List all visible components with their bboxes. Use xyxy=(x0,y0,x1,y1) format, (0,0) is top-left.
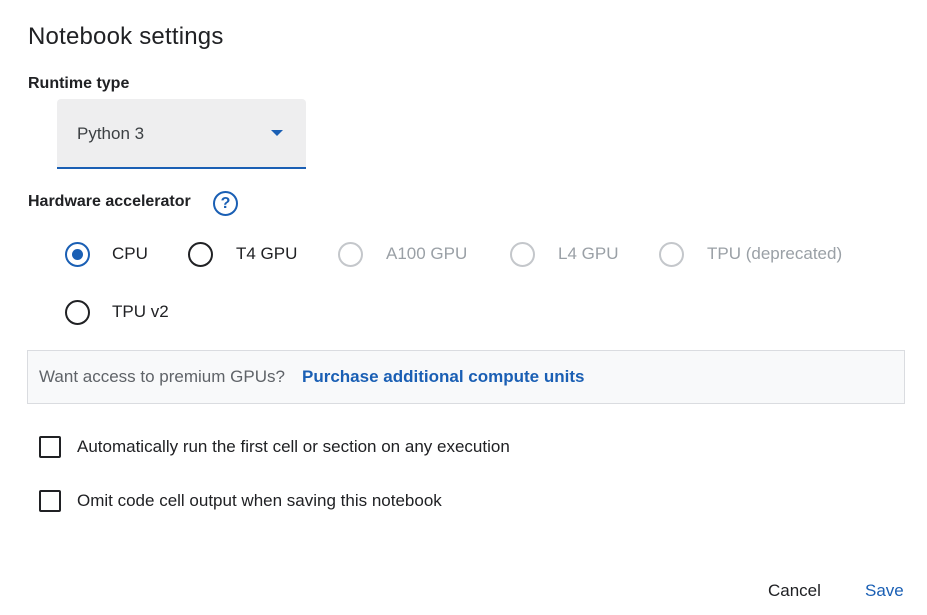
runtime-type-value: Python 3 xyxy=(77,124,145,143)
save-button[interactable]: Save xyxy=(865,581,904,601)
premium-gpu-text: Want access to premium GPUs? xyxy=(39,367,285,386)
radio-label-tpu-v2: TPU v2 xyxy=(112,302,169,321)
radio-l4-gpu xyxy=(510,242,535,267)
auto-run-checkbox[interactable] xyxy=(39,436,61,458)
runtime-type-select[interactable]: Python 3 xyxy=(57,99,306,169)
dropdown-arrow-icon xyxy=(271,130,283,136)
purchase-compute-units-link[interactable]: Purchase additional compute units xyxy=(302,367,584,387)
omit-output-label: Omit code cell output when saving this n… xyxy=(77,491,442,510)
premium-gpu-banner: Want access to premium GPUs? Purchase ad… xyxy=(27,350,905,404)
cancel-button[interactable]: Cancel xyxy=(768,581,821,601)
radio-t4-gpu[interactable] xyxy=(188,242,213,267)
radio-label-tpu-deprecated: TPU (deprecated) xyxy=(707,244,843,263)
dialog-title: Notebook settings xyxy=(28,23,224,50)
omit-output-checkbox[interactable] xyxy=(39,490,61,512)
radio-label-t4-gpu: T4 GPU xyxy=(236,244,298,263)
radio-label-l4-gpu: L4 GPU xyxy=(558,244,619,263)
radio-tpu-deprecated xyxy=(659,242,684,267)
hardware-accelerator-label: Hardware accelerator xyxy=(28,193,191,210)
auto-run-label: Automatically run the first cell or sect… xyxy=(77,437,510,456)
radio-tpu-v2[interactable] xyxy=(65,300,90,325)
radio-label-cpu: CPU xyxy=(112,244,148,263)
radio-a100-gpu xyxy=(338,242,363,267)
radio-cpu[interactable] xyxy=(65,242,90,267)
help-icon[interactable]: ? xyxy=(213,191,238,216)
runtime-type-label: Runtime type xyxy=(28,75,130,92)
radio-label-a100-gpu: A100 GPU xyxy=(386,244,468,263)
